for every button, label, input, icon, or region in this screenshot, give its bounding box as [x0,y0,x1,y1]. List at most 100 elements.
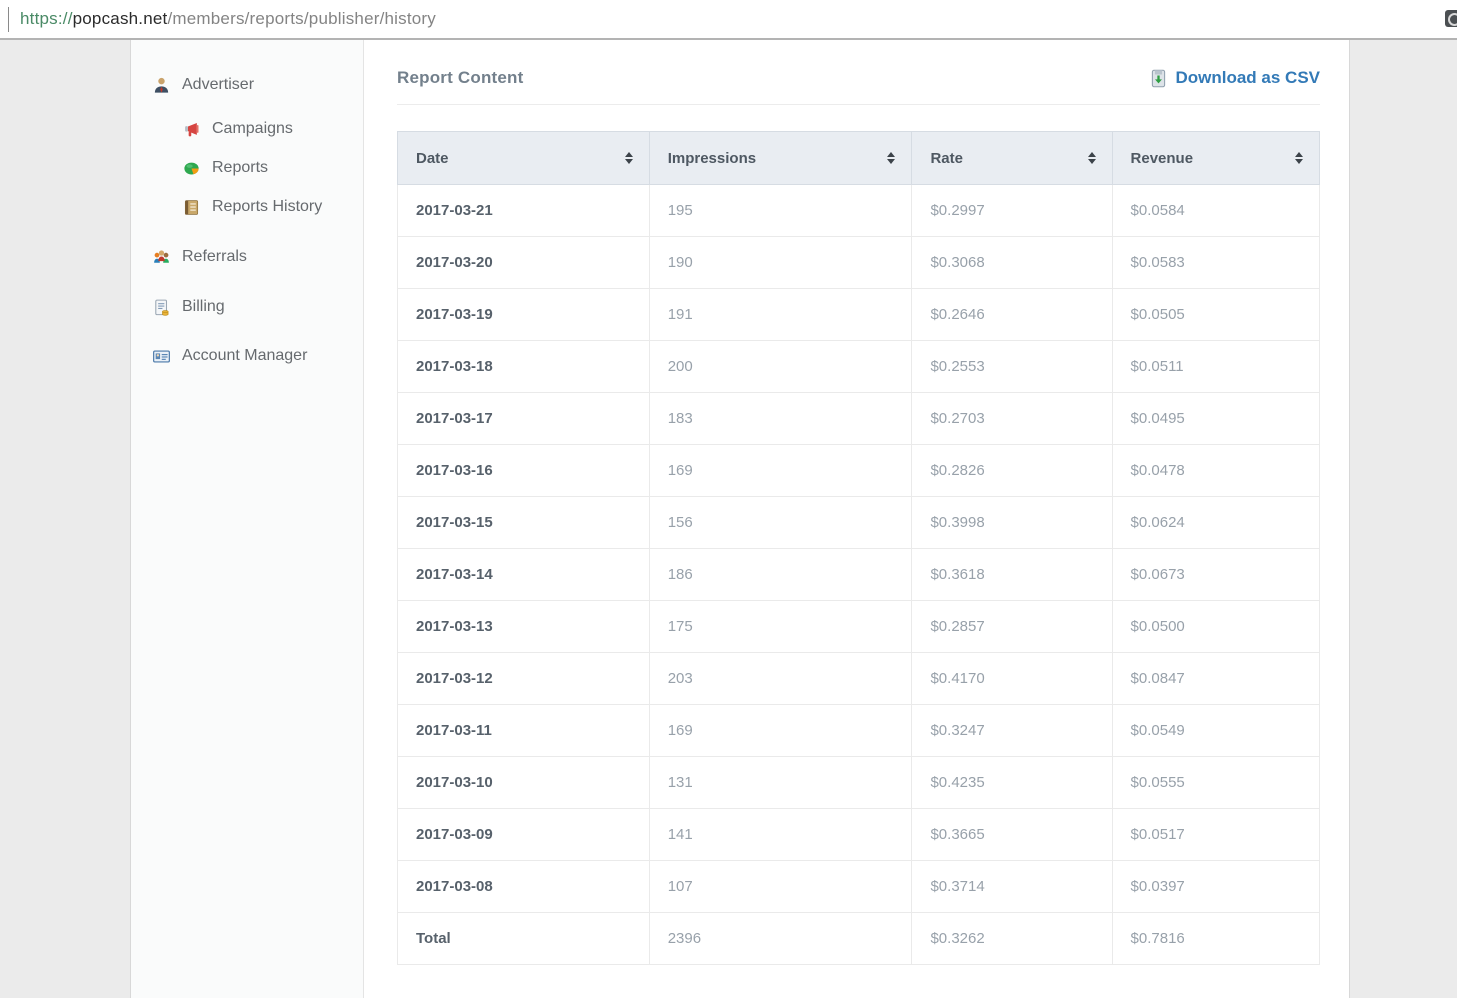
cell-date: 2017-03-19 [398,289,650,341]
main-panel: Advertiser Campaigns Reports Reports His… [130,40,1350,998]
cell-impressions: 190 [649,237,912,289]
report-table: Date Impressions RateRevenue 2017-03-21195… [397,131,1320,965]
table-row: 2017-03-10131$0.4235$0.0555 [398,757,1320,809]
cell-revenue: $0.0500 [1112,601,1319,653]
cell-revenue: $0.0583 [1112,237,1319,289]
cell-impressions: 169 [649,705,912,757]
sidebar-item-campaigns[interactable]: Campaigns [131,112,363,146]
sidebar-item-reports-history[interactable]: Reports History [131,190,363,224]
cell-date: 2017-03-12 [398,653,650,705]
cell-rate: $0.2646 [912,289,1112,341]
sidebar-item-label: Advertiser [182,76,254,94]
sort-icon [1295,152,1303,164]
url-path: /members/reports/publisher/history [167,9,436,28]
cell-date: 2017-03-18 [398,341,650,393]
table-row: 2017-03-17183$0.2703$0.0495 [398,393,1320,445]
cell-impressions: 131 [649,757,912,809]
table-row-total: Total2396$0.3262$0.7816 [398,913,1320,965]
address-bar[interactable]: https://popcash.net/members/reports/publ… [0,0,1457,40]
column-header-label: Impressions [668,150,756,167]
download-csv-label: Download as CSV [1175,68,1320,88]
content-header: Report Content Download as CSV [397,68,1320,88]
table-row: 2017-03-11169$0.3247$0.0549 [398,705,1320,757]
cell-rate: $0.2997 [912,185,1112,237]
table-row: 2017-03-20190$0.3068$0.0583 [398,237,1320,289]
cell-date: 2017-03-17 [398,393,650,445]
sidebar-item-label: Billing [182,298,225,316]
referrals-icon [152,248,171,267]
sidebar-item-label: Account Manager [182,347,307,365]
cell-date: 2017-03-20 [398,237,650,289]
report-table-header-row: Date Impressions RateRevenue [398,132,1320,185]
cell-revenue: $0.0511 [1112,341,1319,393]
column-header-impressions[interactable]: Impressions [649,132,912,185]
table-row: 2017-03-08107$0.3714$0.0397 [398,861,1320,913]
cell-date: 2017-03-13 [398,601,650,653]
billing-icon [152,298,171,317]
cell-rate: $0.4235 [912,757,1112,809]
cell-revenue: $0.0505 [1112,289,1319,341]
sidebar-item-label: Referrals [182,248,247,266]
cell-revenue: $0.7816 [1112,913,1319,965]
cell-rate: $0.3998 [912,497,1112,549]
cell-impressions: 169 [649,445,912,497]
column-header-label: Date [416,150,449,167]
cell-impressions: 175 [649,601,912,653]
sidebar-item-advertiser[interactable]: Advertiser [131,68,363,102]
cell-revenue: $0.0847 [1112,653,1319,705]
column-header-rate[interactable]: Rate [912,132,1112,185]
cell-impressions: 186 [649,549,912,601]
column-header-date[interactable]: Date [398,132,650,185]
sidebar-item-referrals[interactable]: Referrals [131,240,363,274]
account-manager-icon [152,347,171,366]
download-csv-icon [1149,69,1168,88]
cell-date: 2017-03-11 [398,705,650,757]
reports-history-icon [182,198,201,217]
cell-impressions: 200 [649,341,912,393]
cell-impressions: 183 [649,393,912,445]
cell-rate: $0.3714 [912,861,1112,913]
cell-impressions: 141 [649,809,912,861]
table-row: 2017-03-09141$0.3665$0.0517 [398,809,1320,861]
cell-rate: $0.4170 [912,653,1112,705]
browser-extension-icon[interactable] [1445,10,1457,27]
cell-rate: $0.3247 [912,705,1112,757]
campaigns-icon [182,120,201,139]
url-scheme: https:// [20,9,73,28]
cell-impressions: 107 [649,861,912,913]
cell-date: 2017-03-08 [398,861,650,913]
table-row: 2017-03-16169$0.2826$0.0478 [398,445,1320,497]
page-title: Report Content [397,68,524,88]
reports-icon [182,159,201,178]
column-header-revenue[interactable]: Revenue [1112,132,1319,185]
address-caret [8,7,9,32]
cell-rate: $0.3262 [912,913,1112,965]
cell-date: 2017-03-09 [398,809,650,861]
download-csv-link[interactable]: Download as CSV [1149,68,1320,88]
report-content-panel: Report Content Download as CSV Date Impre… [364,40,1349,998]
sidebar-item-account-manager[interactable]: Account Manager [131,339,363,373]
cell-revenue: $0.0555 [1112,757,1319,809]
table-row: 2017-03-15156$0.3998$0.0624 [398,497,1320,549]
table-row: 2017-03-13175$0.2857$0.0500 [398,601,1320,653]
sidebar-item-billing[interactable]: Billing [131,290,363,324]
cell-date: 2017-03-15 [398,497,650,549]
cell-date: 2017-03-21 [398,185,650,237]
cell-rate: $0.3618 [912,549,1112,601]
sidebar: Advertiser Campaigns Reports Reports His… [131,40,364,998]
advertiser-icon [152,76,171,95]
cell-impressions: 195 [649,185,912,237]
cell-revenue: $0.0495 [1112,393,1319,445]
heading-divider [397,104,1320,105]
cell-impressions: 2396 [649,913,912,965]
cell-revenue: $0.0549 [1112,705,1319,757]
sidebar-item-label: Reports [212,159,268,177]
cell-rate: $0.2857 [912,601,1112,653]
table-row: 2017-03-21195$0.2997$0.0584 [398,185,1320,237]
cell-revenue: $0.0478 [1112,445,1319,497]
cell-rate: $0.2703 [912,393,1112,445]
cell-impressions: 191 [649,289,912,341]
page: { "browser": { "url": { "scheme": "https… [0,0,1457,998]
sidebar-item-label: Campaigns [212,120,293,138]
sidebar-item-reports[interactable]: Reports [131,151,363,185]
